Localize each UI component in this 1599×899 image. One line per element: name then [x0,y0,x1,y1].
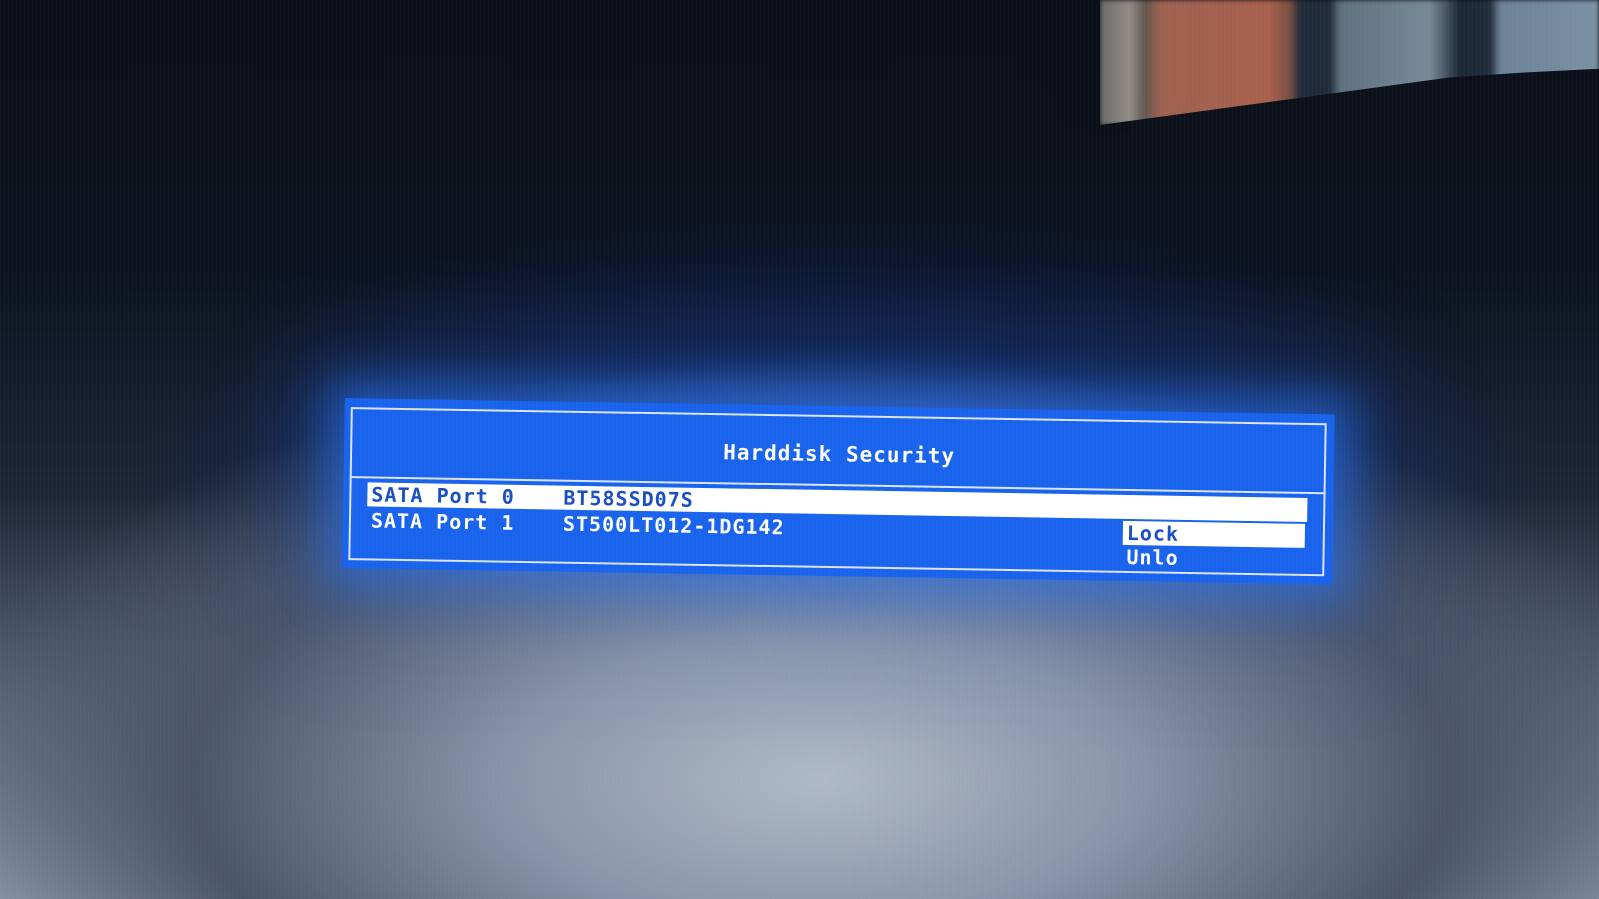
port-label: SATA Port 1 [370,508,515,535]
unlock-option[interactable]: Unlo [1126,545,1179,570]
drive-model: ST500LT012-1DG142 [562,511,785,540]
lock-option[interactable]: Lock [1122,520,1306,548]
screen-reflection [1100,0,1599,125]
drive-model: BT58SSD07S [563,485,694,512]
port-label: SATA Port 0 [371,482,516,509]
harddisk-security-dialog: Harddisk Security SATA Port 0 BT58SSD07S… [342,398,1335,585]
